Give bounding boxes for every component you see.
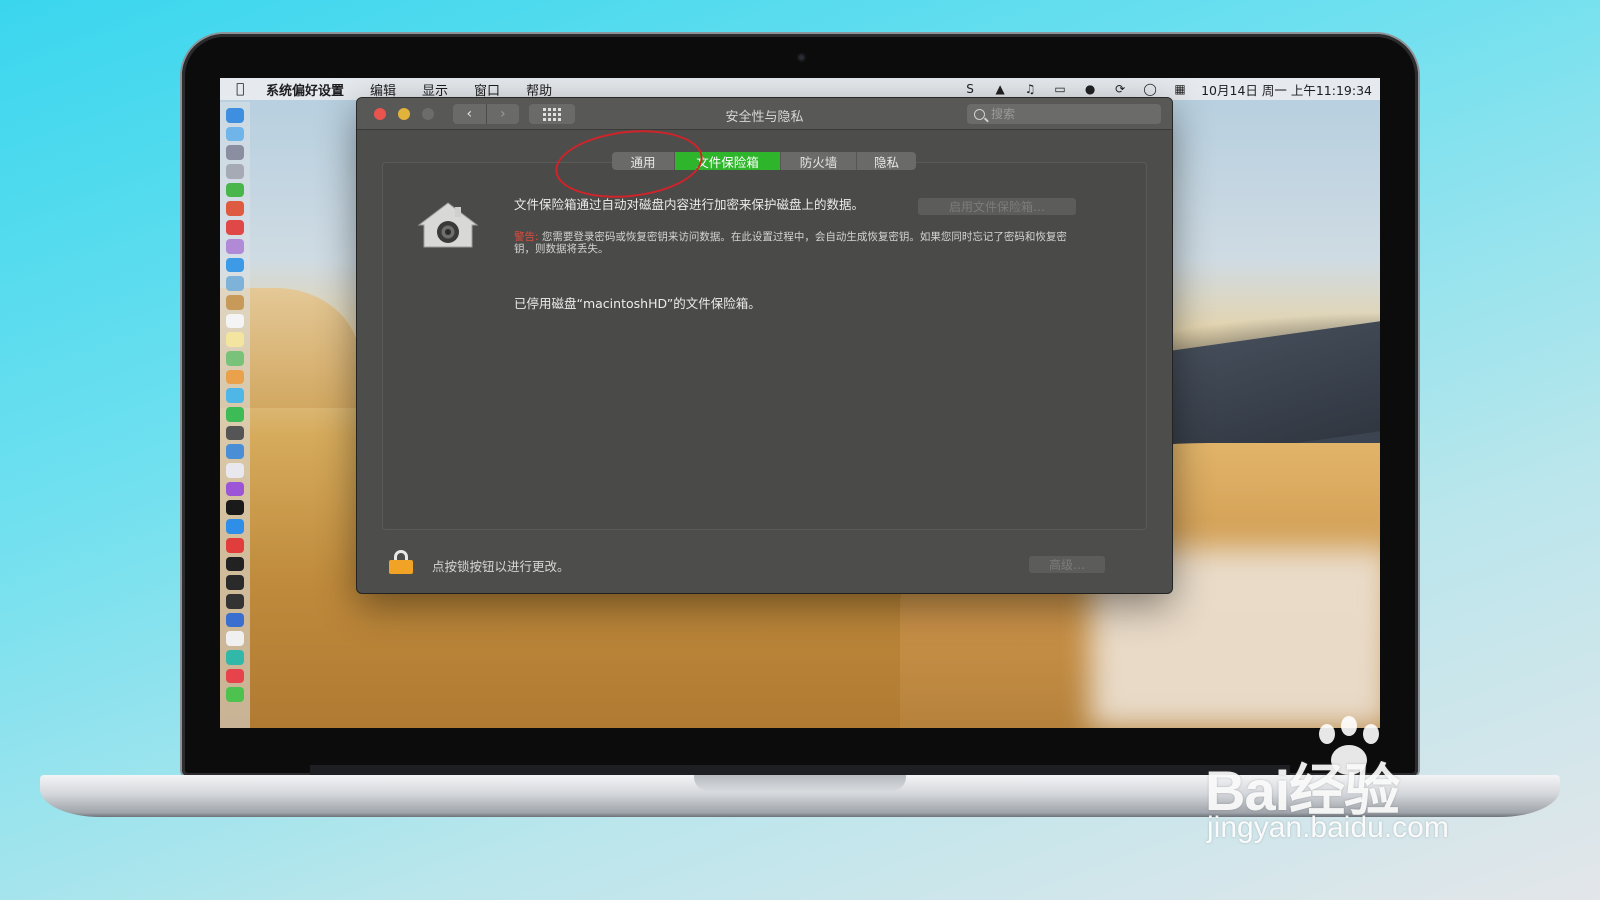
contacts-icon[interactable] bbox=[226, 294, 244, 310]
rocket-icon[interactable] bbox=[226, 164, 244, 179]
laptop-hinge bbox=[310, 765, 1290, 775]
vpn-icon[interactable] bbox=[226, 612, 244, 628]
photos-icon[interactable] bbox=[226, 369, 244, 385]
podcasts-icon[interactable] bbox=[226, 481, 244, 497]
tab-privacy[interactable]: 隐私 bbox=[856, 152, 916, 170]
messages-icon[interactable] bbox=[226, 388, 244, 403]
search-field[interactable] bbox=[967, 104, 1161, 124]
upload-icon[interactable]: ▲ bbox=[991, 82, 1009, 96]
warning-label: 警告: bbox=[514, 231, 539, 243]
photos-app-icon[interactable] bbox=[226, 276, 244, 291]
baidu-watermark: Bai经验 jingyan.baidu.com bbox=[1205, 716, 1505, 856]
console-icon[interactable] bbox=[226, 593, 244, 609]
window-titlebar: ‹ › 安全性与隐私 bbox=[357, 98, 1172, 130]
screen:  系统偏好设置 编辑 显示 窗口 帮助 S ▲ ♫ ▭ ● ⟳ ◯ ▦ 10月… bbox=[220, 78, 1380, 728]
language-icon[interactable]: ◯ bbox=[1141, 82, 1159, 96]
filevault-status: 已停用磁盘“macintoshHD”的文件保险箱。 bbox=[514, 296, 761, 311]
filevault-panel bbox=[382, 162, 1147, 530]
menu-help[interactable]: 帮助 bbox=[526, 80, 552, 99]
app-icon-v[interactable] bbox=[226, 537, 244, 553]
dock bbox=[220, 102, 250, 728]
display-icon[interactable]: ▭ bbox=[1051, 82, 1069, 96]
itunes-icon[interactable] bbox=[226, 463, 244, 478]
weibo-icon[interactable] bbox=[226, 668, 244, 684]
finder-icon[interactable] bbox=[226, 108, 244, 123]
activity-monitor-icon[interactable] bbox=[226, 575, 244, 590]
sync-icon[interactable]: ⟳ bbox=[1111, 82, 1129, 96]
maps-icon[interactable] bbox=[226, 350, 244, 366]
security-privacy-window: ‹ › 安全性与隐私 通用 文件保险箱 防火墙 隐私 bbox=[357, 98, 1172, 593]
menu-clock[interactable]: 10月14日 周一 上午11:19:34 bbox=[1201, 80, 1372, 99]
chrome-icon[interactable] bbox=[226, 201, 244, 217]
laptop-notch bbox=[694, 775, 906, 791]
wechat-icon[interactable] bbox=[226, 687, 244, 702]
status-area: S ▲ ♫ ▭ ● ⟳ ◯ ▦ 10月14日 周一 上午11:19:34 bbox=[961, 78, 1372, 100]
menu-edit[interactable]: 编辑 bbox=[370, 80, 396, 99]
music-icon[interactable]: ♫ bbox=[1021, 82, 1039, 96]
launchpad-icon[interactable] bbox=[226, 145, 244, 161]
apple-tv-icon[interactable] bbox=[226, 500, 244, 516]
menu-view[interactable]: 显示 bbox=[422, 80, 448, 99]
enable-filevault-button[interactable]: 启用文件保险箱… bbox=[918, 198, 1076, 215]
app-icon-purple[interactable] bbox=[226, 238, 244, 254]
terminal-icon[interactable] bbox=[226, 556, 244, 572]
input-method-icon[interactable]: ▦ bbox=[1171, 82, 1189, 96]
app-store-icon[interactable] bbox=[226, 519, 244, 534]
lock-hint: 点按锁按钮以进行更改。 bbox=[432, 559, 570, 574]
menu-bar:  系统偏好设置 编辑 显示 窗口 帮助 S ▲ ♫ ▭ ● ⟳ ◯ ▦ 10月… bbox=[220, 78, 1380, 100]
filevault-description: 文件保险箱通过自动对磁盘内容进行加密来保护磁盘上的数据。 bbox=[514, 197, 865, 212]
lock-icon[interactable] bbox=[389, 550, 413, 574]
apple-icon[interactable]:  bbox=[236, 81, 266, 97]
safari-icon[interactable] bbox=[226, 257, 244, 273]
photo-booth-icon[interactable] bbox=[226, 425, 244, 441]
filevault-house-icon bbox=[417, 202, 479, 248]
app-icon-teal[interactable] bbox=[226, 649, 244, 665]
menu-window[interactable]: 窗口 bbox=[474, 80, 500, 99]
watermark-url: jingyan.baidu.com bbox=[1207, 811, 1449, 844]
camera-icon bbox=[797, 53, 806, 62]
advanced-button[interactable]: 高级… bbox=[1029, 556, 1105, 573]
notification-icon[interactable]: ● bbox=[1081, 82, 1099, 96]
menu-app-name[interactable]: 系统偏好设置 bbox=[266, 80, 344, 99]
yandex-icon[interactable] bbox=[226, 631, 244, 646]
search-icon bbox=[974, 108, 985, 120]
facetime-icon[interactable] bbox=[226, 407, 244, 422]
app-icon-red[interactable] bbox=[226, 220, 244, 235]
filevault-warning: 警告: 您需要登录密码或恢复密钥来访问数据。在此设置过程中，会自动生成恢复密钥。… bbox=[514, 231, 1074, 255]
android-icon[interactable] bbox=[226, 182, 244, 198]
skype-icon[interactable]: S bbox=[961, 82, 979, 96]
siri-icon[interactable] bbox=[226, 126, 244, 142]
calendar-icon[interactable] bbox=[226, 313, 244, 329]
warning-text: 您需要登录密码或恢复密钥来访问数据。在此设置过程中，会自动生成恢复密钥。如果您同… bbox=[514, 231, 1067, 255]
search-input[interactable] bbox=[991, 107, 1151, 121]
keynote-icon[interactable] bbox=[226, 444, 244, 460]
notes-icon[interactable] bbox=[226, 332, 244, 347]
tab-firewall[interactable]: 防火墙 bbox=[780, 152, 856, 170]
